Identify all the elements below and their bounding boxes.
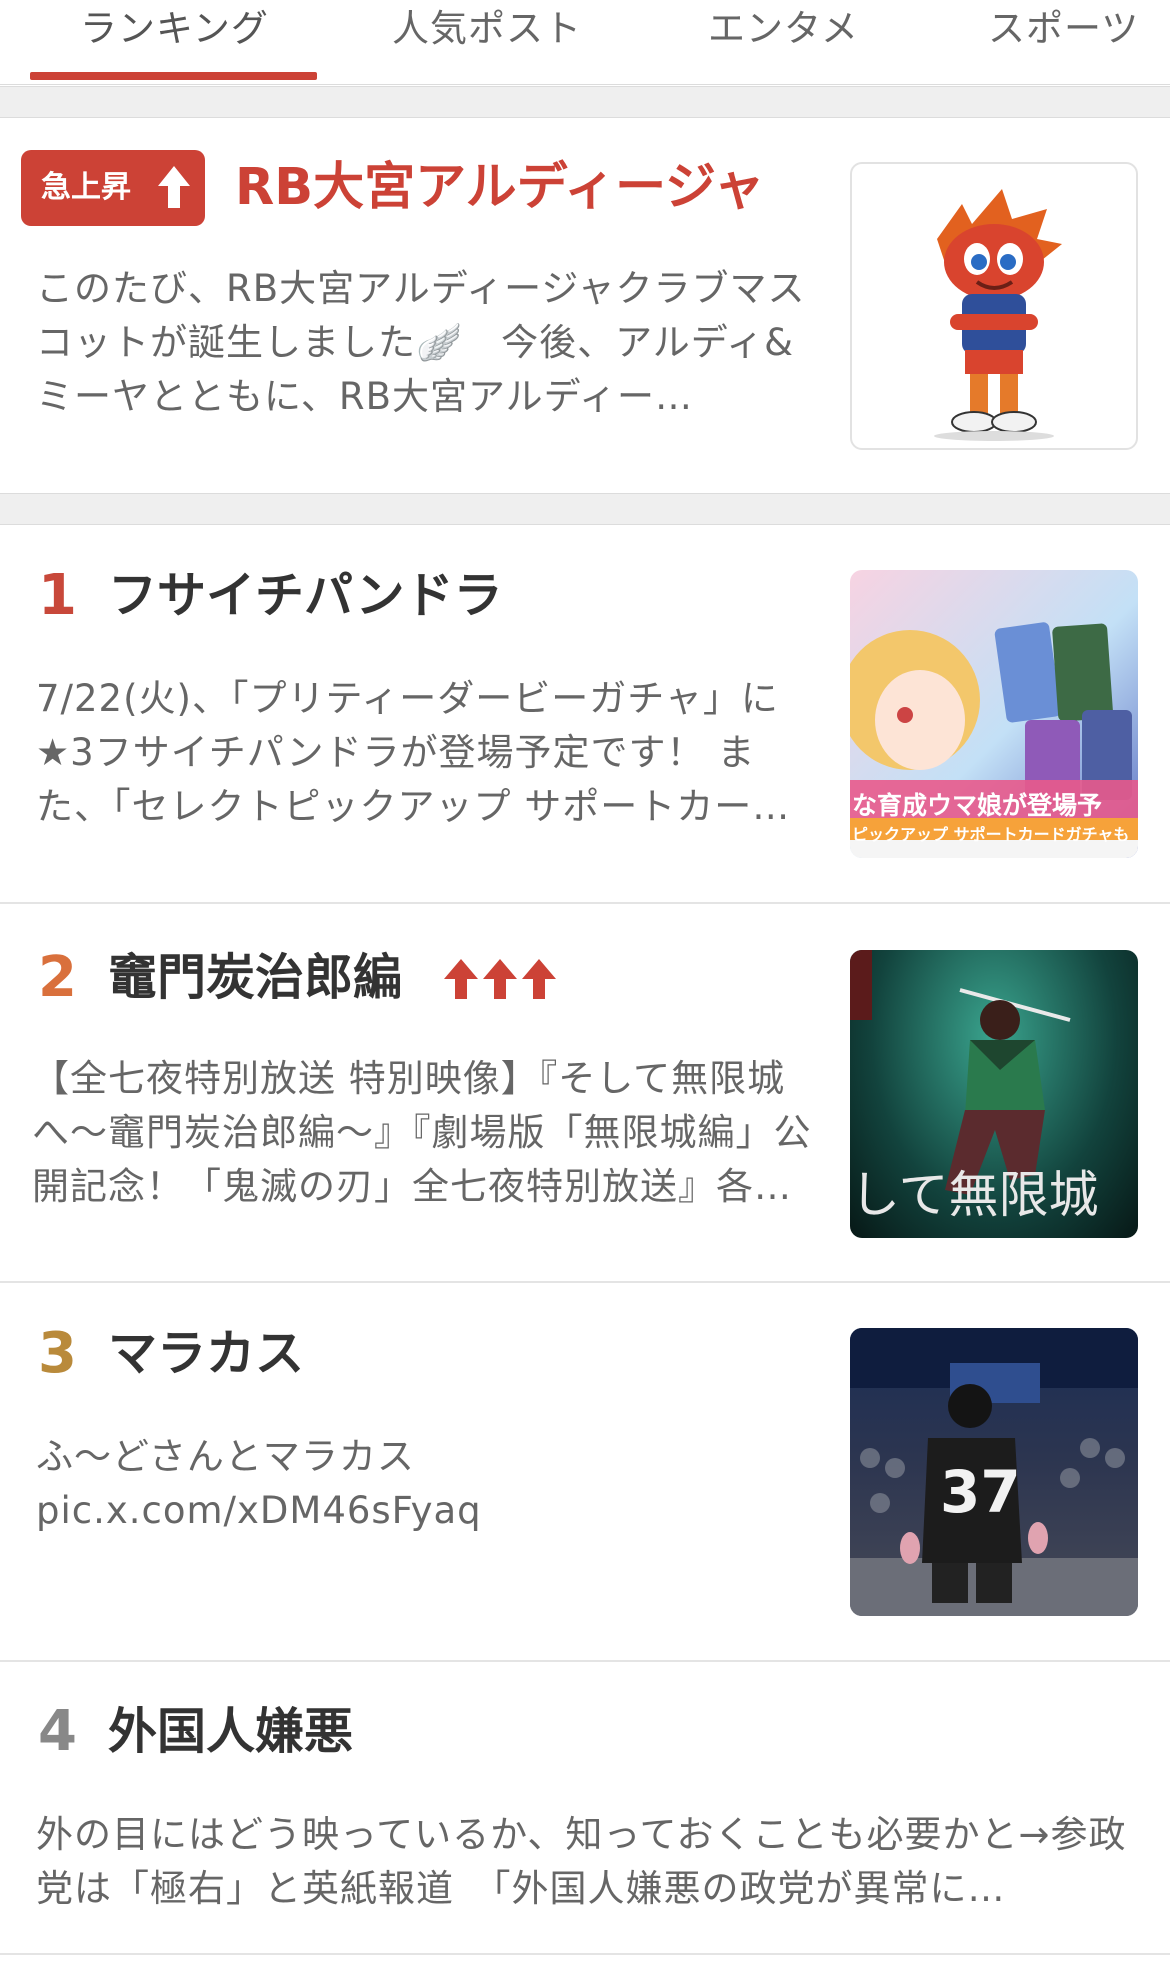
trending-badge-label: 急上昇 (41, 170, 131, 205)
rank-number: 2 (38, 945, 77, 1010)
arrow-up-icon (158, 166, 190, 208)
gacha-banner-text: な育成ウマ娘が登場予 (852, 791, 1103, 820)
active-tab-indicator (30, 72, 317, 80)
rank-description: 7/22(火)、「プリティーダービーガチャ」に★3フサイチパンドラが登場予定です… (36, 677, 791, 828)
tab-sports[interactable]: スポーツ (988, 0, 1139, 84)
item-divider (0, 902, 1170, 904)
rank-number: 1 (38, 563, 77, 628)
tab-popular-posts[interactable]: 人気ポスト (392, 0, 582, 84)
triple-rising-arrows-icon (444, 959, 556, 999)
tab-bar: ランキング 人気ポスト エンタメ スポーツ (0, 0, 1170, 85)
rank-description: ふ〜どさんとマラカス pic.x.com/xDM46sFyaq (36, 1435, 482, 1532)
section-separator (0, 86, 1170, 118)
rank-title: 竈門炭治郎編 (108, 949, 403, 1006)
item-divider (0, 1281, 1170, 1283)
featured-description: このたび、RB大宮アルディージャクラブマスコットが誕生しました🪽 今後、アルディ… (36, 267, 806, 418)
kimetsu-thumbnail: して無限城 (850, 950, 1138, 1238)
jersey-number: 37 (940, 1458, 1021, 1526)
rank-description: 外の目にはどう映っているか、知っておくことも必要かと→参政党は「極右」と英紙報道… (36, 1813, 1127, 1910)
rank-number: 3 (38, 1321, 77, 1386)
mascot-image (934, 189, 1062, 441)
rank-number: 4 (38, 1699, 77, 1764)
item-divider (0, 1953, 1170, 1955)
item-divider (0, 1660, 1170, 1662)
uma-musume-thumbnail: な育成ウマ娘が登場予 ピックアップ サポートカードガチャも (850, 570, 1138, 858)
tab-entertainment[interactable]: エンタメ (708, 0, 859, 84)
gacha-banner-subtext: ピックアップ サポートカードガチャも (852, 825, 1130, 844)
kimetsu-caption: して無限城 (850, 1166, 1099, 1224)
rank-title: マラカス (108, 1325, 305, 1382)
maracas-thumbnail: 37 (850, 1328, 1138, 1616)
rank-description: 【全七夜特別放送 特別映像】『そして無限城へ〜竈門炭治郎編〜』『劇場版「無限城編… (32, 1057, 812, 1208)
trending-badge: 急上昇 (21, 150, 205, 226)
featured-title: RB大宮アルディージャ (235, 158, 765, 217)
mascot-thumbnail (850, 162, 1138, 450)
section-separator (0, 493, 1170, 525)
rank-title: 外国人嫌悪 (108, 1703, 354, 1760)
rank-title: フサイチパンドラ (108, 567, 503, 624)
